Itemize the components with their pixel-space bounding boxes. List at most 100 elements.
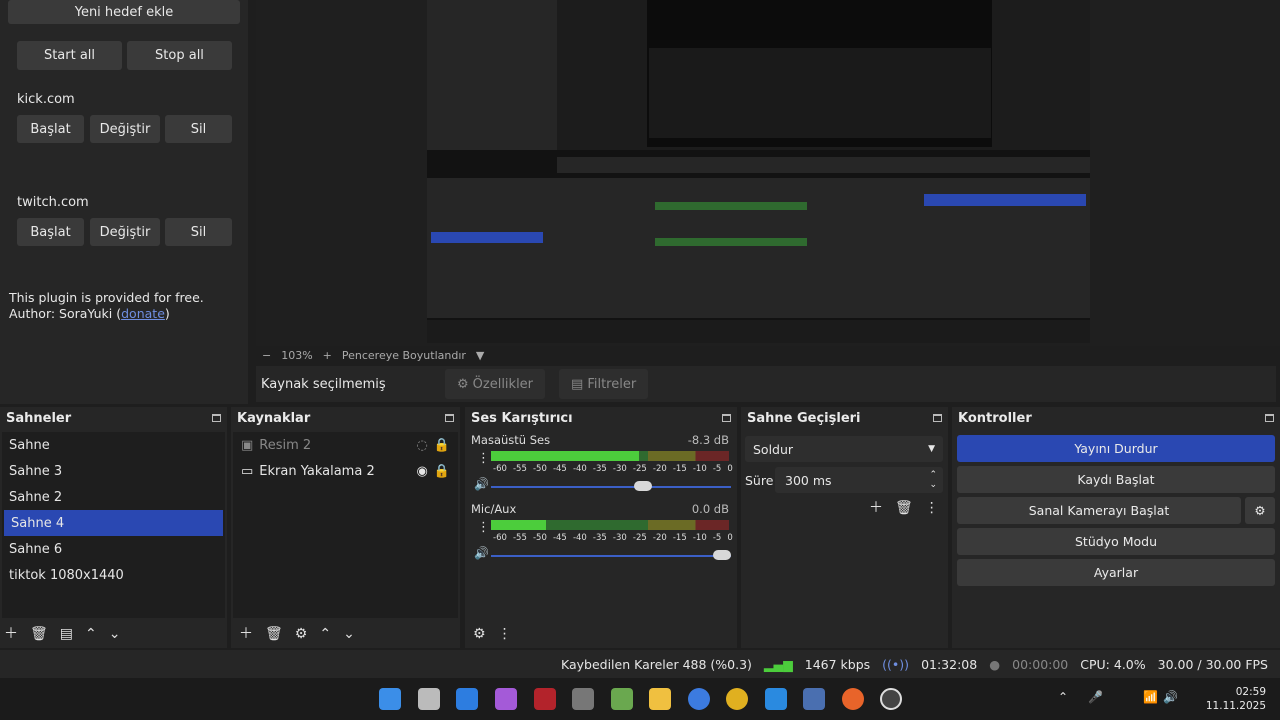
undock-icon[interactable] (212, 414, 221, 422)
copilot-icon[interactable] (495, 688, 517, 710)
folder-icon[interactable] (649, 688, 671, 710)
start-menu-icon[interactable] (379, 688, 401, 710)
properties-button[interactable]: ⚙ Özellikler (445, 369, 546, 399)
trash-icon[interactable]: 🗑 (265, 627, 283, 641)
source-toolbar: Kaynak seçilmemiş ⚙ Özellikler ▤ Filtrel… (256, 366, 1276, 402)
scale-tick: -35 (592, 533, 607, 543)
kick-delete-button[interactable]: Sil (165, 115, 232, 143)
browser-icon[interactable] (688, 688, 710, 710)
source-item[interactable]: ▣ Resim 2 ◌ 🔒 (233, 432, 458, 458)
scale-tick: -55 (512, 464, 527, 474)
gear-icon[interactable]: ⚙ (1245, 497, 1275, 524)
source-name: Resim 2 (259, 437, 312, 453)
stop-stream-button[interactable]: Yayını Durdur (957, 435, 1275, 462)
scene-item[interactable]: tiktok 1080x1440 (2, 562, 225, 588)
monitor-icon: ▭ (241, 463, 254, 479)
start-virtual-camera-button[interactable]: Sanal Kamerayı Başlat (957, 497, 1241, 524)
kebab-menu-icon[interactable]: ⋮ (498, 627, 512, 641)
chevron-up-icon[interactable]: ⌃ (319, 627, 331, 641)
kick-edit-button[interactable]: Değiştir (90, 115, 160, 143)
filters-label: Filtreler (587, 376, 637, 392)
add-icon[interactable]: ＋ (239, 627, 253, 641)
scene-item[interactable]: Sahne 6 (2, 536, 225, 562)
studio-mode-button[interactable]: Stüdyo Modu (957, 528, 1275, 555)
chevron-down-icon[interactable]: ⌄ (343, 627, 355, 641)
lock-icon[interactable]: 🔒 (434, 464, 450, 479)
undock-icon[interactable] (445, 414, 454, 422)
stepper-icon[interactable]: ⌃ ⌄ (929, 470, 937, 490)
filters-button[interactable]: ▤ Filtreler (559, 369, 649, 399)
zoom-in-button[interactable]: + (323, 349, 332, 362)
volume-icon[interactable]: 🔊 (1163, 690, 1178, 704)
volume-slider[interactable] (491, 550, 731, 560)
scale-tick: -10 (692, 464, 707, 474)
firefox-icon[interactable] (842, 688, 864, 710)
kebab-menu-icon[interactable]: ⋮ (925, 501, 939, 515)
scale-tick: -5 (712, 464, 722, 474)
task-view-icon[interactable] (418, 688, 440, 710)
donate-link[interactable]: donate (121, 306, 165, 321)
channel-db: 0.0 dB (691, 502, 729, 516)
advanced-audio-icon[interactable]: ⚙ (473, 627, 486, 641)
clock-date: 11.11.2025 (1205, 700, 1266, 712)
eye-hidden-icon[interactable]: ◌ (416, 438, 427, 453)
zoom-dropdown-icon[interactable]: ▼ (476, 349, 484, 362)
app-icon[interactable] (803, 688, 825, 710)
add-icon[interactable]: ＋ (869, 501, 883, 515)
source-item[interactable]: ▭ Ekran Yakalama 2 ◉ 🔒 (233, 458, 458, 484)
lock-icon[interactable]: 🔒 (434, 438, 450, 453)
twitch-start-button[interactable]: Başlat (17, 218, 84, 246)
stop-all-button[interactable]: Stop all (127, 41, 232, 70)
undock-icon[interactable] (722, 414, 731, 422)
meter-level-r (491, 525, 546, 530)
chevron-up-icon[interactable]: ⌃ (1058, 690, 1068, 704)
wifi-icon[interactable]: 📶 (1143, 690, 1158, 704)
clock[interactable]: 02:59 11.11.2025 (1206, 685, 1266, 713)
filter-icon[interactable]: ▤ (60, 627, 73, 641)
volume-slider[interactable] (491, 481, 731, 491)
mic-icon[interactable]: 🎤 (1088, 690, 1103, 704)
scale-tick: -10 (692, 533, 707, 543)
scene-item[interactable]: Sahne (2, 432, 225, 458)
speaker-icon[interactable]: 🔊 (474, 477, 489, 491)
chevron-up-icon[interactable]: ⌃ (85, 627, 97, 641)
scene-item[interactable]: Sahne 3 (2, 458, 225, 484)
kebab-menu-icon[interactable]: ⋮ (477, 520, 490, 535)
gear-icon[interactable]: ⚙ (295, 627, 308, 641)
eye-icon[interactable]: ◉ (416, 464, 427, 479)
chrome-icon[interactable] (726, 688, 748, 710)
speaker-icon[interactable]: 🔊 (474, 546, 489, 560)
transition-select[interactable]: Soldur ▼ (745, 436, 943, 462)
twitch-delete-button[interactable]: Sil (165, 218, 232, 246)
app-icon[interactable] (572, 688, 594, 710)
kick-start-button[interactable]: Başlat (17, 115, 84, 143)
twitch-edit-button[interactable]: Değiştir (90, 218, 160, 246)
target-name-kick: kick.com (17, 92, 75, 107)
trash-icon[interactable]: 🗑 (895, 501, 913, 515)
obs-icon[interactable] (880, 688, 902, 710)
fit-to-window-button[interactable]: Pencereye Boyutlandır (342, 349, 466, 362)
slider-handle[interactable] (713, 550, 731, 560)
slider-handle[interactable] (633, 481, 652, 491)
start-all-button[interactable]: Start all (17, 41, 122, 70)
scale-tick: -60 (493, 464, 507, 474)
add-target-button[interactable]: Yeni hedef ekle (8, 0, 240, 24)
scene-item[interactable]: Sahne 2 (2, 484, 225, 510)
undock-icon[interactable] (1265, 414, 1274, 422)
transitions-title: Sahne Geçişleri (747, 410, 861, 426)
kebab-menu-icon[interactable]: ⋮ (477, 451, 490, 466)
zoom-out-button[interactable]: − (262, 349, 271, 362)
chevron-down-icon[interactable]: ⌄ (109, 627, 121, 641)
undock-icon[interactable] (933, 414, 942, 422)
settings-button[interactable]: Ayarlar (957, 559, 1275, 586)
start-record-button[interactable]: Kaydı Başlat (957, 466, 1275, 493)
duration-spinbox[interactable]: 300 ms ⌃ ⌄ (775, 467, 943, 493)
store-icon[interactable] (456, 688, 478, 710)
app-icon[interactable] (534, 688, 556, 710)
scene-item-selected[interactable]: Sahne 4 (4, 510, 223, 536)
add-icon[interactable]: ＋ (4, 627, 18, 641)
app-icon[interactable] (611, 688, 633, 710)
trash-icon[interactable]: 🗑 (30, 627, 48, 641)
vscode-icon[interactable] (765, 688, 787, 710)
sources-dock: Kaynaklar ▣ Resim 2 ◌ 🔒 ▭ Ekran Yakalama… (231, 407, 460, 648)
